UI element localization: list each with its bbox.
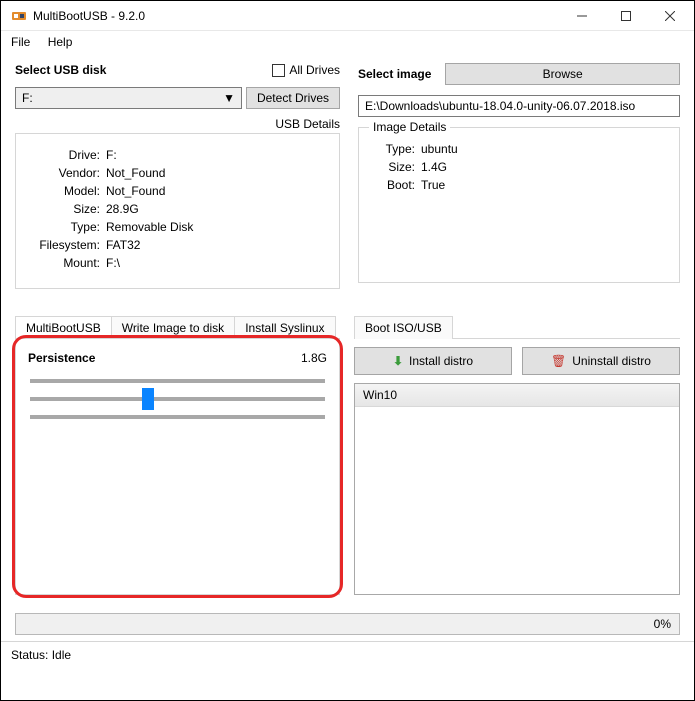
uninstall-distro-label: Uninstall distro <box>572 354 651 368</box>
left-tabs: MultiBootUSB Write Image to disk Install… <box>15 315 354 338</box>
usb-type-v: Removable Disk <box>106 220 193 234</box>
select-image-label: Select image <box>358 67 431 81</box>
trash-icon: 🗑 <box>551 354 566 368</box>
download-arrow-icon: ⬇ <box>393 354 403 368</box>
title-bar: MultiBootUSB - 9.2.0 <box>1 1 694 31</box>
close-button[interactable] <box>648 2 692 30</box>
usb-model-k: Model: <box>30 184 100 198</box>
all-drives-label: All Drives <box>289 63 340 77</box>
checkbox-icon <box>272 64 285 77</box>
usb-size-k: Size: <box>30 202 100 216</box>
usb-model-v: Not_Found <box>106 184 165 198</box>
img-size-k: Size: <box>373 160 415 174</box>
usb-drive-k: Drive: <box>30 148 100 162</box>
menu-bar: File Help <box>1 31 694 57</box>
install-distro-button[interactable]: ⬇ Install distro <box>354 347 512 375</box>
select-usb-label: Select USB disk <box>15 63 272 77</box>
usb-size-v: 28.9G <box>106 202 139 216</box>
progress-value: 0% <box>654 617 671 631</box>
chevron-down-icon: ▼ <box>223 91 235 105</box>
tab-write-image[interactable]: Write Image to disk <box>111 316 235 339</box>
distro-list[interactable]: Win10 <box>354 383 680 595</box>
right-tabs: Boot ISO/USB <box>354 315 680 338</box>
install-distro-label: Install distro <box>409 354 473 368</box>
img-boot-v: True <box>421 178 445 192</box>
usb-mount-k: Mount: <box>30 256 100 270</box>
usb-fs-k: Filesystem: <box>30 238 100 252</box>
distro-panel: ⬇ Install distro 🗑 Uninstall distro Win1… <box>354 338 680 595</box>
status-label: Status: <box>11 648 48 662</box>
persistence-slider-bottom[interactable] <box>30 415 325 419</box>
usb-drive-value: F: <box>22 91 33 105</box>
slider-thumb[interactable] <box>142 388 154 410</box>
image-details-panel: Image Details Type:ubuntu Size:1.4G Boot… <box>358 127 680 283</box>
uninstall-distro-button[interactable]: 🗑 Uninstall distro <box>522 347 680 375</box>
img-boot-k: Boot: <box>373 178 415 192</box>
maximize-button[interactable] <box>604 2 648 30</box>
window-controls <box>560 2 692 30</box>
usb-vendor-v: Not_Found <box>106 166 165 180</box>
persistence-value: 1.8G <box>301 351 327 365</box>
usb-details-panel: Drive: F: Vendor: Not_Found Model: Not_Foun… <box>15 133 340 289</box>
usb-details-label: USB Details <box>15 117 340 131</box>
img-type-k: Type: <box>373 142 415 156</box>
persistence-panel: Persistence 1.8G <box>15 338 340 595</box>
browse-button[interactable]: Browse <box>445 63 680 85</box>
persistence-slider[interactable] <box>30 397 325 401</box>
persistence-label: Persistence <box>28 351 95 365</box>
minimize-button[interactable] <box>560 2 604 30</box>
usb-type-k: Type: <box>30 220 100 234</box>
tab-boot-iso[interactable]: Boot ISO/USB <box>354 316 453 339</box>
menu-help[interactable]: Help <box>48 35 73 49</box>
usb-fs-v: FAT32 <box>106 238 140 252</box>
image-details-legend: Image Details <box>369 120 450 134</box>
tab-install-syslinux[interactable]: Install Syslinux <box>234 316 335 339</box>
usb-vendor-k: Vendor: <box>30 166 100 180</box>
list-item[interactable]: Win10 <box>355 384 679 407</box>
usb-drive-v: F: <box>106 148 117 162</box>
img-type-v: ubuntu <box>421 142 458 156</box>
usb-drive-select[interactable]: F: ▼ <box>15 87 242 109</box>
persistence-slider-top[interactable] <box>30 379 325 383</box>
highlight-annotation <box>12 335 343 598</box>
progress-bar: 0% <box>15 613 680 635</box>
image-path-input[interactable] <box>358 95 680 117</box>
img-size-v: 1.4G <box>421 160 447 174</box>
usb-mount-v: F:\ <box>106 256 120 270</box>
app-icon <box>11 8 27 24</box>
window-title: MultiBootUSB - 9.2.0 <box>33 9 560 23</box>
tab-multiboot[interactable]: MultiBootUSB <box>15 316 112 339</box>
status-value: Idle <box>52 648 71 662</box>
menu-file[interactable]: File <box>11 35 30 49</box>
detect-drives-button[interactable]: Detect Drives <box>246 87 340 109</box>
all-drives-checkbox[interactable]: All Drives <box>272 63 340 77</box>
status-bar: Status: Idle <box>1 641 694 668</box>
